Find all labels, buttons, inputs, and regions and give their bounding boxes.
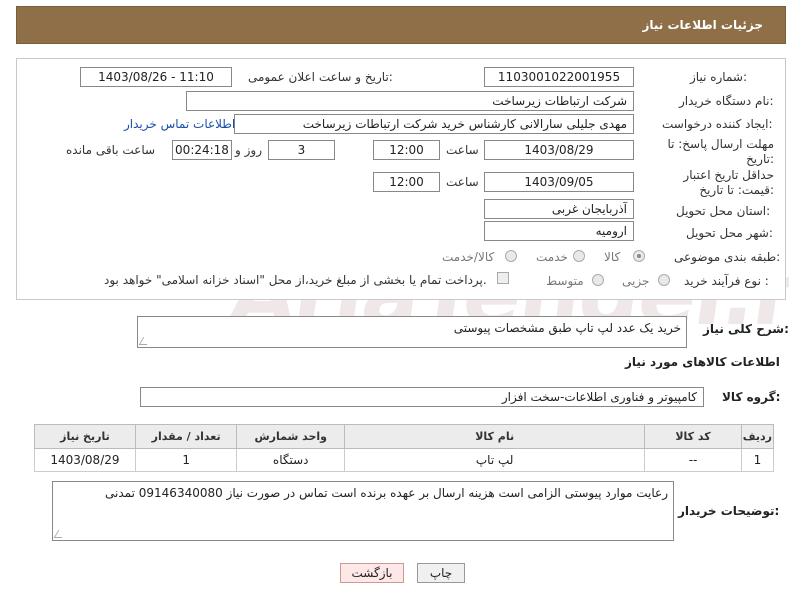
category-goods-radio[interactable] — [633, 250, 645, 262]
need-number-field: 1103001022001955 — [484, 67, 634, 87]
process-medium-radio[interactable] — [592, 274, 604, 286]
buyer-org-field: شرکت ارتباطات زیرساخت — [186, 91, 634, 111]
reply-deadline-label: مهلت ارسال پاسخ: تا تاریخ: — [667, 137, 774, 166]
remaining-label: ساعت باقی مانده — [66, 143, 156, 157]
page-header: جزئیات اطلاعات نیاز — [16, 6, 786, 44]
remaining-time-field: 00:24:18 — [172, 140, 232, 160]
table-row: 1 -- لپ تاپ دستگاه 1 1403/08/29 — [34, 448, 775, 472]
creator-label: ایجاد کننده درخواست: — [662, 117, 773, 131]
summary-label: شرح کلی نیاز: — [703, 322, 789, 336]
cell-qty: 1 — [134, 448, 238, 472]
print-button[interactable]: چاپ — [417, 563, 465, 583]
need-number-label: شماره نیاز: — [690, 70, 748, 84]
goods-section-title: اطلاعات کالاهای مورد نیاز — [625, 355, 780, 369]
cell-unit: دستگاه — [236, 448, 346, 472]
validity-date-field: 1403/09/05 — [484, 172, 634, 192]
announce-label: تاریخ و ساعت اعلان عمومی: — [248, 70, 393, 84]
category-both-radio[interactable] — [505, 250, 517, 262]
validity-time-label: ساعت — [446, 175, 479, 189]
summary-text: خرید یک عدد لپ تاپ طبق مشخصات پیوستی — [453, 321, 681, 335]
treasury-payment-note: پرداخت تمام یا بخشی از مبلغ خرید،از محل … — [104, 273, 487, 287]
city-label: شهر محل تحویل: — [686, 226, 773, 240]
resize-grip-icon[interactable] — [138, 337, 152, 345]
col-name: نام کالا — [344, 424, 646, 449]
col-code: کد کالا — [644, 424, 742, 449]
process-minor-label: جزیی — [622, 274, 650, 288]
treasury-payment-checkbox[interactable] — [497, 272, 509, 284]
process-medium-label: متوسط — [546, 274, 584, 288]
col-row: ردیف — [740, 424, 775, 449]
validity-time-field: 12:00 — [373, 172, 440, 192]
col-qty: تعداد / مقدار — [134, 424, 238, 449]
col-date: تاریخ نیاز — [34, 424, 136, 449]
category-label: طبقه بندی موضوعی: — [674, 250, 781, 264]
category-both-label: کالا/خدمت — [442, 250, 495, 264]
cell-name: لپ تاپ — [344, 448, 646, 472]
category-goods-label: کالا — [604, 250, 621, 264]
creator-field: مهدی جلیلی سارالانی کارشناس خرید شرکت ار… — [234, 114, 634, 134]
days-label: روز و — [235, 143, 262, 157]
page-title: جزئیات اطلاعات نیاز — [642, 18, 763, 32]
buyer-notes-label: توضیحات خریدار: — [678, 504, 780, 518]
city-field: ارومیه — [484, 221, 634, 241]
category-service-label: خدمت — [536, 250, 568, 264]
resize-grip-icon[interactable] — [53, 530, 67, 538]
validity-label: حداقل تاریخ اعتبار قیمت: تا تاریخ: — [683, 168, 774, 197]
reply-time-field: 12:00 — [373, 140, 440, 160]
buyer-notes-textarea[interactable]: رعایت موارد پیوستی الزامی است هزینه ارسا… — [52, 481, 674, 541]
category-service-radio[interactable] — [573, 250, 585, 262]
goods-group-label: گروه کالا: — [722, 390, 781, 404]
process-minor-radio[interactable] — [658, 274, 670, 286]
reply-time-label: ساعت — [446, 143, 479, 157]
announce-field: 1403/08/26 - 11:10 — [80, 67, 232, 87]
buyer-notes-text: رعایت موارد پیوستی الزامی است هزینه ارسا… — [105, 486, 668, 500]
province-label: استان محل تحویل: — [676, 204, 771, 218]
summary-textarea[interactable]: خرید یک عدد لپ تاپ طبق مشخصات پیوستی — [137, 316, 687, 348]
goods-table-header: ردیف کد کالا نام کالا واحد شمارش تعداد /… — [34, 424, 775, 449]
province-field: آذربایجان غربی — [484, 199, 634, 219]
cell-row: 1 — [740, 448, 775, 472]
buyer-contact-link[interactable]: اطلاعات تماس خریدار — [124, 117, 235, 131]
days-field: 3 — [268, 140, 335, 160]
reply-date-field: 1403/08/29 — [484, 140, 634, 160]
goods-table: ردیف کد کالا نام کالا واحد شمارش تعداد /… — [34, 424, 775, 472]
cell-code: -- — [644, 448, 742, 472]
process-label: نوع فرآیند خرید : — [684, 274, 769, 288]
cell-date: 1403/08/29 — [34, 448, 136, 472]
buyer-org-label: نام دستگاه خریدار: — [679, 94, 774, 108]
back-button[interactable]: بازگشت — [340, 563, 404, 583]
goods-group-field: کامپیوتر و فناوری اطلاعات-سخت افزار — [140, 387, 704, 407]
col-unit: واحد شمارش — [236, 424, 346, 449]
